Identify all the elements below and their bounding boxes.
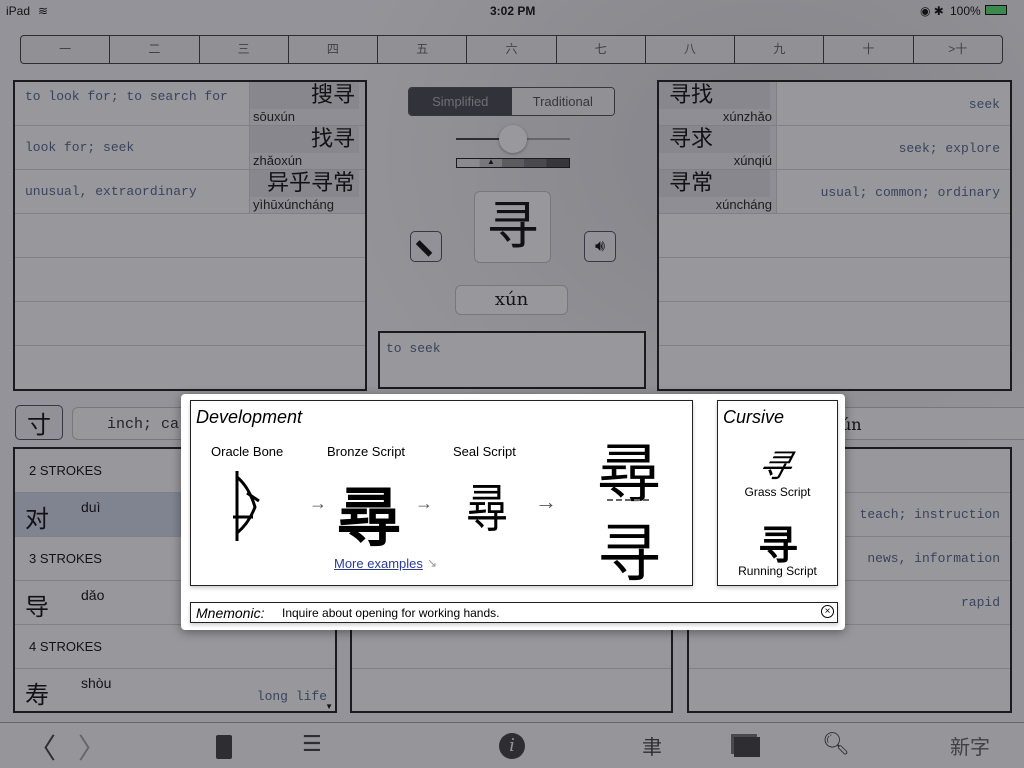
etymology-popup: Development Oracle Bone Bronze Script Se… xyxy=(181,394,845,630)
mnemonic-text: Inquire about opening for working hands. xyxy=(282,606,500,620)
running-glyph: 寻 xyxy=(758,522,798,569)
arrow-icon: → xyxy=(415,493,433,513)
expand-arrow-icon: ↘ xyxy=(427,556,438,570)
modal-dim-overlay[interactable] xyxy=(0,0,1024,768)
stage-label: Seal Script xyxy=(453,444,516,459)
stage-label: Bronze Script xyxy=(327,444,406,459)
close-icon[interactable]: × xyxy=(821,605,834,618)
seal-glyph: 尋 xyxy=(466,480,508,540)
more-examples-link[interactable]: More examples xyxy=(334,556,423,571)
cursive-box: Cursive 寻 Grass Script 寻 Running Script xyxy=(717,400,838,586)
divider xyxy=(607,499,649,501)
mnemonic-label: Mnemonic: xyxy=(196,605,265,621)
simplified-glyph: 寻 xyxy=(597,518,661,592)
arrow-icon: → xyxy=(535,489,557,514)
development-title: Development xyxy=(196,407,303,427)
development-box: Development Oracle Bone Bronze Script Se… xyxy=(190,400,693,592)
oracle-bone-glyph xyxy=(233,471,260,541)
running-label: Running Script xyxy=(738,564,817,578)
grass-label: Grass Script xyxy=(744,485,811,499)
stage-label: Oracle Bone xyxy=(211,444,284,459)
bronze-glyph: 尋 xyxy=(337,481,401,556)
cursive-title: Cursive xyxy=(723,407,785,427)
grass-glyph: 寻 xyxy=(754,447,797,485)
arrow-icon: → xyxy=(309,493,327,513)
mnemonic-box: Mnemonic: Inquire about opening for work… xyxy=(190,602,838,623)
traditional-glyph: 尋 xyxy=(597,438,661,512)
